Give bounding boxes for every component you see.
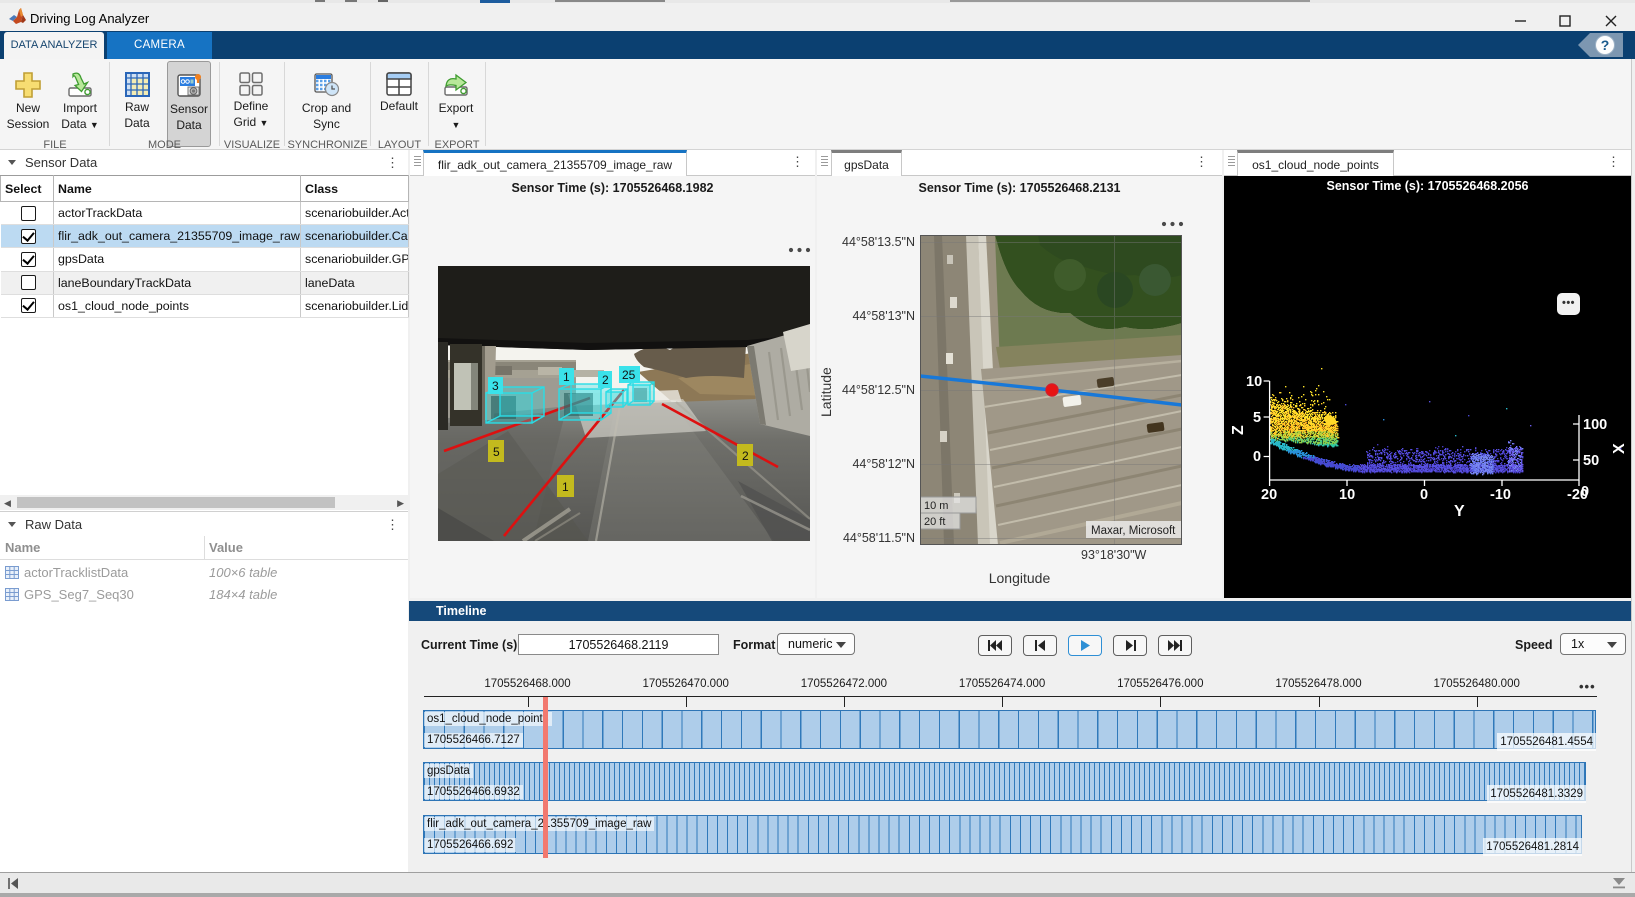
svg-text:0: 0: [1420, 487, 1428, 503]
svg-text:10: 10: [1246, 374, 1262, 390]
svg-text:20 ft: 20 ft: [924, 516, 945, 528]
svg-text:Y: Y: [1454, 503, 1465, 520]
svg-text:0: 0: [1581, 484, 1589, 500]
svg-text:20: 20: [1261, 487, 1277, 503]
svg-text:X: X: [1611, 443, 1628, 454]
svg-text:2: 2: [602, 373, 609, 387]
svg-text:10 m: 10 m: [924, 500, 948, 512]
svg-text:3: 3: [492, 379, 499, 393]
svg-text:1: 1: [563, 370, 570, 384]
svg-text:10: 10: [1339, 487, 1355, 503]
svg-text:Maxar, Microsoft: Maxar, Microsoft: [1091, 525, 1176, 537]
svg-text:0: 0: [1253, 449, 1261, 465]
svg-text:1: 1: [562, 480, 569, 494]
svg-text:-10: -10: [1490, 487, 1511, 503]
svg-text:25: 25: [622, 368, 636, 382]
svg-text:5: 5: [1253, 410, 1261, 426]
svg-text:2: 2: [742, 449, 749, 463]
svg-text:5: 5: [493, 445, 500, 459]
svg-text:100: 100: [1583, 417, 1607, 433]
svg-text:50: 50: [1583, 453, 1599, 469]
svg-text:Z: Z: [1230, 425, 1247, 435]
